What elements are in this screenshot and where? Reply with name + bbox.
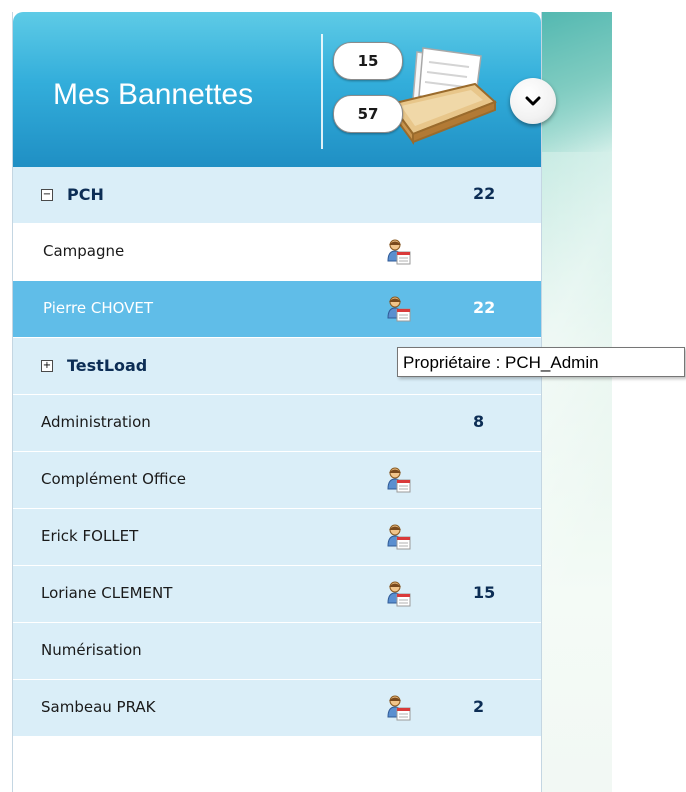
- group-label: TestLoad: [67, 356, 148, 375]
- list-item-administration[interactable]: Administration 8: [13, 395, 541, 452]
- owner-tooltip: Propriétaire : PCH_Admin: [397, 347, 685, 377]
- list-item-complement-office[interactable]: Complément Office: [13, 452, 541, 509]
- item-label: Complément Office: [41, 470, 186, 488]
- item-label: Administration: [41, 413, 151, 431]
- expand-toggle-icon[interactable]: +: [41, 360, 53, 372]
- panel-title: Mes Bannettes: [53, 78, 254, 111]
- item-label: Sambeau PRAK: [41, 698, 156, 716]
- count-badge: 22: [473, 184, 496, 203]
- list-item-numerisation[interactable]: Numérisation: [13, 623, 541, 680]
- background-decoration-top: [540, 12, 612, 152]
- count-badge: 22: [473, 298, 496, 317]
- counter-badge-bottom: 57: [333, 95, 403, 133]
- background-white: [612, 0, 686, 792]
- bannette-list: − PCH 22 Campagne Pierre CHOVET 22 + Tes…: [13, 167, 541, 737]
- bannettes-panel: Mes Bannettes 15 57 − PCH 22 Campagne Pi…: [12, 12, 556, 792]
- chevron-down-icon: [525, 96, 541, 106]
- collapse-toggle-icon[interactable]: −: [41, 189, 53, 201]
- list-item-campagne[interactable]: Campagne: [13, 224, 541, 281]
- list-item-sambeau-prak[interactable]: Sambeau PRAK 2: [13, 680, 541, 737]
- group-label: PCH: [67, 185, 104, 204]
- owner-icon[interactable]: [387, 296, 411, 322]
- item-label: Loriane CLEMENT: [41, 584, 173, 602]
- collapse-button[interactable]: [510, 78, 556, 124]
- panel-header: Mes Bannettes 15 57: [13, 12, 541, 167]
- list-item-erick-follet[interactable]: Erick FOLLET: [13, 509, 541, 566]
- item-label: Numérisation: [41, 641, 142, 659]
- count-badge: 8: [473, 412, 485, 431]
- counter-badge-top: 15: [333, 42, 403, 80]
- list-item-pierre-chovet[interactable]: Pierre CHOVET 22: [13, 281, 541, 338]
- group-row-pch[interactable]: − PCH 22: [13, 167, 541, 224]
- owner-icon[interactable]: [387, 581, 411, 607]
- item-label: Erick FOLLET: [41, 527, 139, 545]
- list-item-loriane-clement[interactable]: Loriane CLEMENT 15: [13, 566, 541, 623]
- owner-icon[interactable]: [387, 239, 411, 265]
- item-label: Pierre CHOVET: [43, 299, 154, 317]
- count-badge: 15: [473, 583, 496, 602]
- owner-icon[interactable]: [387, 695, 411, 721]
- item-label: Campagne: [43, 242, 125, 260]
- owner-icon[interactable]: [387, 524, 411, 550]
- header-divider: [321, 34, 323, 149]
- count-badge: 2: [473, 697, 485, 716]
- owner-icon[interactable]: [387, 467, 411, 493]
